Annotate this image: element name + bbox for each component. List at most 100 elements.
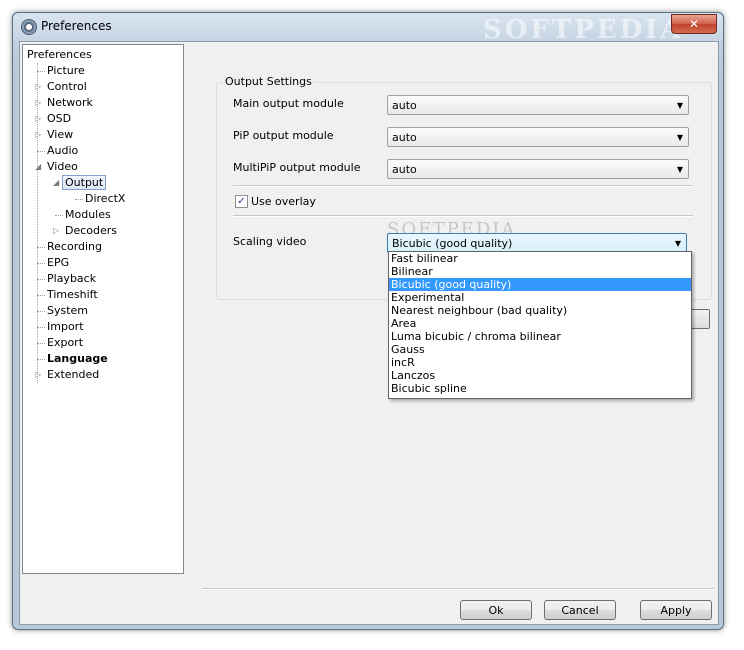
tree-item-language[interactable]: Language — [37, 351, 108, 367]
scaling-option[interactable]: Bilinear — [389, 265, 691, 278]
tree-item-view[interactable]: ▷ View — [35, 127, 74, 143]
collapsed-arrow-icon[interactable]: ▷ — [35, 95, 41, 111]
tree-root-label: Preferences — [27, 48, 92, 61]
scaling-option[interactable]: Bicubic spline — [389, 382, 691, 395]
tree-item-playback[interactable]: Playback — [37, 271, 97, 287]
tree-connector — [37, 279, 45, 280]
scaling-option[interactable]: Experimental — [389, 291, 691, 304]
expanded-arrow-icon[interactable]: ◢ — [35, 159, 41, 175]
tree-connector — [37, 295, 45, 296]
collapsed-arrow-icon[interactable]: ▷ — [35, 111, 41, 127]
tree-item-output[interactable]: ◢ Output — [53, 175, 107, 191]
tree-connector — [37, 151, 45, 152]
partially-hidden-button[interactable] — [690, 309, 710, 329]
chevron-down-icon: ▼ — [676, 133, 683, 142]
preferences-window: Preferences SOFTPEDIA ✕ Preferences Pict… — [12, 12, 724, 630]
collapsed-arrow-icon[interactable]: ▷ — [35, 127, 41, 143]
tree-item-directx[interactable]: DirectX — [75, 191, 126, 207]
pip-output-label: PiP output module — [233, 129, 334, 142]
main-output-select[interactable]: auto ▼ — [387, 95, 689, 115]
scaling-video-dropdown[interactable]: Fast bilinear Bilinear Bicubic (good quali… — [388, 251, 692, 399]
tree-item-system[interactable]: System — [37, 303, 89, 319]
separator — [233, 215, 693, 217]
tree-item-audio[interactable]: Audio — [37, 143, 79, 159]
collapsed-arrow-icon[interactable]: ▷ — [53, 223, 59, 239]
tree-item-decoders[interactable]: ▷ Decoders — [53, 223, 118, 239]
tree-item-modules[interactable]: Modules — [55, 207, 111, 223]
tree-item-video[interactable]: ◢ Video — [35, 159, 78, 175]
tree-item-label: Extended — [47, 368, 100, 381]
tree-connector — [55, 215, 63, 216]
app-icon — [21, 19, 37, 35]
chevron-down-icon: ▼ — [676, 101, 683, 110]
expanded-arrow-icon[interactable]: ◢ — [53, 175, 59, 191]
scaling-option[interactable]: Nearest neighbour (bad quality) — [389, 304, 691, 317]
tree-item-recording[interactable]: Recording — [37, 239, 103, 255]
tree-item-picture[interactable]: Picture — [37, 63, 85, 79]
tree-connector — [37, 359, 45, 360]
use-overlay-label[interactable]: Use overlay — [251, 195, 316, 208]
scaling-option[interactable]: Fast bilinear — [389, 252, 691, 265]
main-output-label: Main output module — [233, 97, 344, 110]
pip-output-value: auto — [392, 131, 417, 144]
collapsed-arrow-icon[interactable]: ▷ — [35, 79, 41, 95]
tree-item-label: Decoders — [65, 224, 118, 237]
tree-item-label: Import — [47, 320, 84, 333]
close-button[interactable]: ✕ — [671, 14, 717, 34]
multipip-output-select[interactable]: auto ▼ — [387, 159, 689, 179]
tree-item-label: DirectX — [85, 192, 126, 205]
tree-item-label: Audio — [47, 144, 79, 157]
tree-item-label: Picture — [47, 64, 85, 77]
multipip-output-value: auto — [392, 163, 417, 176]
tree-item-import[interactable]: Import — [37, 319, 84, 335]
tree-item-label: Playback — [47, 272, 97, 285]
tree-connector — [37, 63, 38, 383]
tree-connector — [37, 247, 45, 248]
scaling-video-label: Scaling video — [233, 235, 307, 248]
settings-tree[interactable]: Preferences Picture ▷ Control ▷ Network ▷ OSD ▷… — [22, 44, 184, 574]
scaling-option[interactable]: Area — [389, 317, 691, 330]
tree-item-label: System — [47, 304, 89, 317]
tree-item-label: Modules — [65, 208, 111, 221]
tree-item-label: Control — [47, 80, 87, 93]
tree-item-timeshift[interactable]: Timeshift — [37, 287, 98, 303]
tree-item-control[interactable]: ▷ Control — [35, 79, 87, 95]
scaling-video-value: Bicubic (good quality) — [392, 237, 513, 250]
tree-item-osd[interactable]: ▷ OSD — [35, 111, 71, 127]
tree-item-extended[interactable]: ▷ Extended — [35, 367, 100, 383]
scaling-option[interactable]: incR — [389, 356, 691, 369]
collapsed-arrow-icon[interactable]: ▷ — [35, 367, 41, 383]
chevron-down-icon: ▼ — [676, 165, 683, 174]
dialog-client-area: Preferences Picture ▷ Control ▷ Network ▷ OSD ▷… — [19, 41, 719, 625]
tree-connector — [37, 327, 45, 328]
scaling-option[interactable]: Luma bicubic / chroma bilinear — [389, 330, 691, 343]
window-title: Preferences — [41, 19, 112, 33]
scaling-video-select[interactable]: Bicubic (good quality) ▼ — [387, 233, 687, 253]
tree-root[interactable]: Preferences — [27, 47, 92, 63]
tree-item-label: Timeshift — [47, 288, 98, 301]
tree-item-label: Network — [47, 96, 93, 109]
tree-connector — [37, 71, 45, 72]
tree-item-network[interactable]: ▷ Network — [35, 95, 93, 111]
scaling-option[interactable]: Gauss — [389, 343, 691, 356]
main-output-value: auto — [392, 99, 417, 112]
output-settings-title: Output Settings — [223, 75, 314, 88]
tree-item-label: EPG — [47, 256, 70, 269]
tree-item-epg[interactable]: EPG — [37, 255, 70, 271]
apply-button[interactable]: Apply — [640, 600, 712, 620]
tree-item-label: View — [47, 128, 74, 141]
multipip-output-label: MultiPiP output module — [233, 161, 361, 174]
ok-button[interactable]: Ok — [460, 600, 532, 620]
tree-item-label: Recording — [47, 240, 103, 253]
title-bar[interactable]: Preferences SOFTPEDIA ✕ — [13, 13, 723, 45]
scaling-option[interactable]: Lanczos — [389, 369, 691, 382]
tree-item-label: Language — [47, 352, 108, 365]
cancel-button[interactable]: Cancel — [544, 600, 616, 620]
scaling-option[interactable]: Bicubic (good quality) — [389, 278, 691, 291]
use-overlay-checkbox[interactable]: ✓ — [235, 195, 248, 208]
pip-output-select[interactable]: auto ▼ — [387, 127, 689, 147]
separator — [233, 185, 693, 187]
tree-item-label: Output — [62, 175, 107, 190]
tree-item-export[interactable]: Export — [37, 335, 83, 351]
tree-connector — [37, 311, 45, 312]
